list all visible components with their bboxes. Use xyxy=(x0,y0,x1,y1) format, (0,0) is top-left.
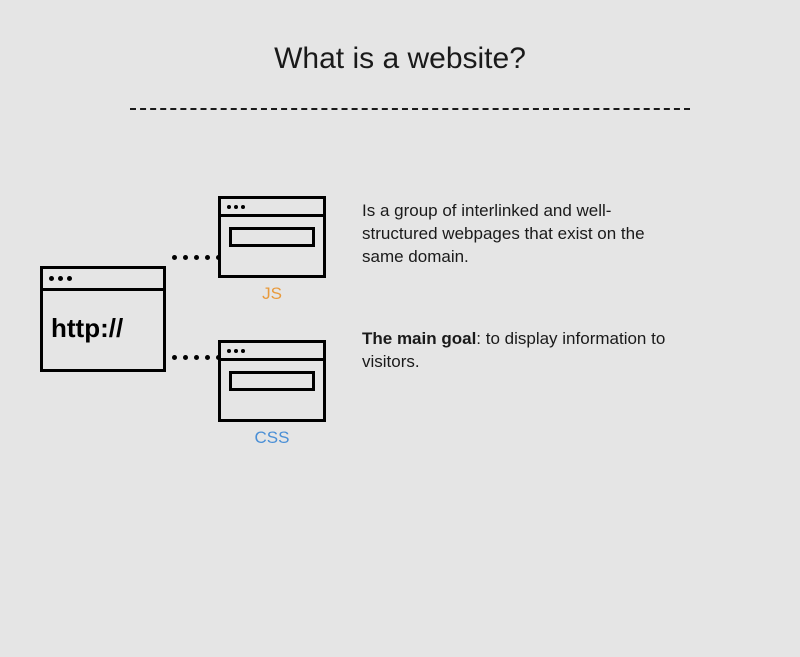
browser-window-js xyxy=(218,196,326,278)
label-css: CSS xyxy=(218,428,326,448)
divider-line xyxy=(130,108,690,110)
window-dot-icon xyxy=(227,205,231,209)
window-dot-icon xyxy=(241,205,245,209)
goal-text: The main goal: to display information to… xyxy=(362,328,682,374)
browser-address-bar-icon xyxy=(229,371,315,391)
label-js: JS xyxy=(218,284,326,304)
browser-titlebar xyxy=(221,343,323,361)
browser-window-css xyxy=(218,340,326,422)
window-dot-icon xyxy=(67,276,72,281)
connector-dots-bottom xyxy=(172,355,221,360)
browser-titlebar xyxy=(43,269,163,291)
browser-address-bar-icon xyxy=(229,227,315,247)
window-dot-icon xyxy=(227,349,231,353)
browser-titlebar xyxy=(221,199,323,217)
window-dot-icon xyxy=(234,205,238,209)
http-address-text: http:// xyxy=(51,313,123,344)
window-dot-icon xyxy=(241,349,245,353)
browser-window-main: http:// xyxy=(40,266,166,372)
slide-title: What is a website? xyxy=(0,42,800,76)
window-dot-icon xyxy=(58,276,63,281)
window-dot-icon xyxy=(234,349,238,353)
window-dot-icon xyxy=(49,276,54,281)
connector-dots-top xyxy=(172,255,221,260)
definition-text: Is a group of interlinked and well-struc… xyxy=(362,200,682,269)
goal-text-bold: The main goal xyxy=(362,329,476,348)
